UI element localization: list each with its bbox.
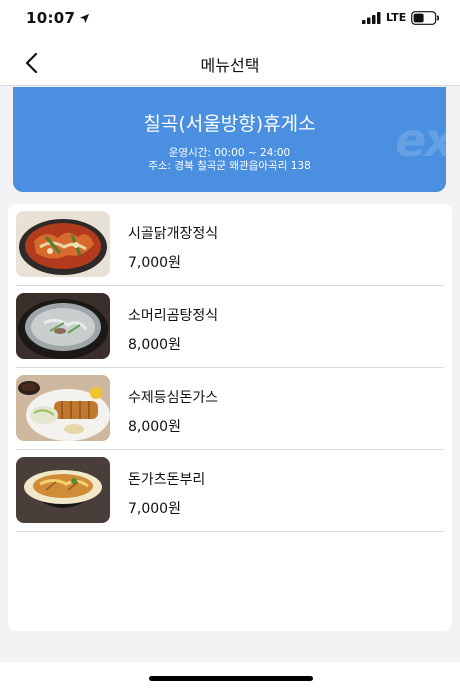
menu-item[interactable]: 시골닭개장정식 7,000원	[16, 204, 444, 286]
food-thumbnail-katsudon	[16, 457, 110, 523]
menu-item[interactable]: 돈가츠돈부리 7,000원	[16, 450, 444, 532]
home-area	[0, 662, 460, 690]
food-thumbnail-gomtang	[16, 293, 110, 359]
home-indicator[interactable]	[149, 676, 313, 681]
menu-item-price: 8,000원	[128, 419, 181, 435]
operating-hours: 운영시간: 00:00 ~ 24:00	[168, 147, 291, 159]
menu-item-name: 시골닭개장정식	[128, 226, 219, 242]
status-bar: 10:07 LTE	[0, 0, 460, 40]
nav-bar: 메뉴선택	[0, 40, 460, 86]
network-type: LTE	[386, 11, 407, 24]
rest-area-address: 주소: 경북 칠곡군 왜관읍아곡리 138	[148, 160, 311, 172]
menu-item-price: 8,000원	[128, 337, 181, 353]
menu-item[interactable]: 소머리곰탕정식 8,000원	[16, 286, 444, 368]
location-arrow-icon	[79, 13, 90, 24]
rest-area-banner: ex 칠곡(서울방향)휴게소 운영시간: 00:00 ~ 24:00 주소: 경…	[13, 87, 446, 192]
menu-item-name: 소머리곰탕정식	[128, 308, 219, 324]
signal-icon	[362, 12, 381, 24]
rest-area-name: 칠곡(서울방향)휴게소	[143, 113, 316, 135]
status-time: 10:07	[26, 9, 76, 27]
page-title: 메뉴선택	[200, 56, 260, 75]
menu-item-name: 수제등심돈가스	[128, 390, 219, 406]
menu-item[interactable]: 수제등심돈가스 8,000원	[16, 368, 444, 450]
battery-icon	[411, 11, 440, 25]
food-thumbnail-dakgaejang	[16, 211, 110, 277]
menu-item-price: 7,000원	[128, 501, 181, 517]
menu-list: 시골닭개장정식 7,000원 소머리곰탕정식 8,000원 수제등심돈가스 8,…	[8, 204, 452, 631]
rest-area-info: 운영시간: 00:00 ~ 24:00 주소: 경북 칠곡군 왜관읍아곡리 13…	[13, 147, 446, 173]
menu-item-price: 7,000원	[128, 255, 181, 271]
food-thumbnail-donkatsu	[16, 375, 110, 441]
top-bar: 10:07 LTE 메뉴선택	[0, 0, 460, 86]
menu-item-name: 돈가츠돈부리	[128, 472, 206, 488]
